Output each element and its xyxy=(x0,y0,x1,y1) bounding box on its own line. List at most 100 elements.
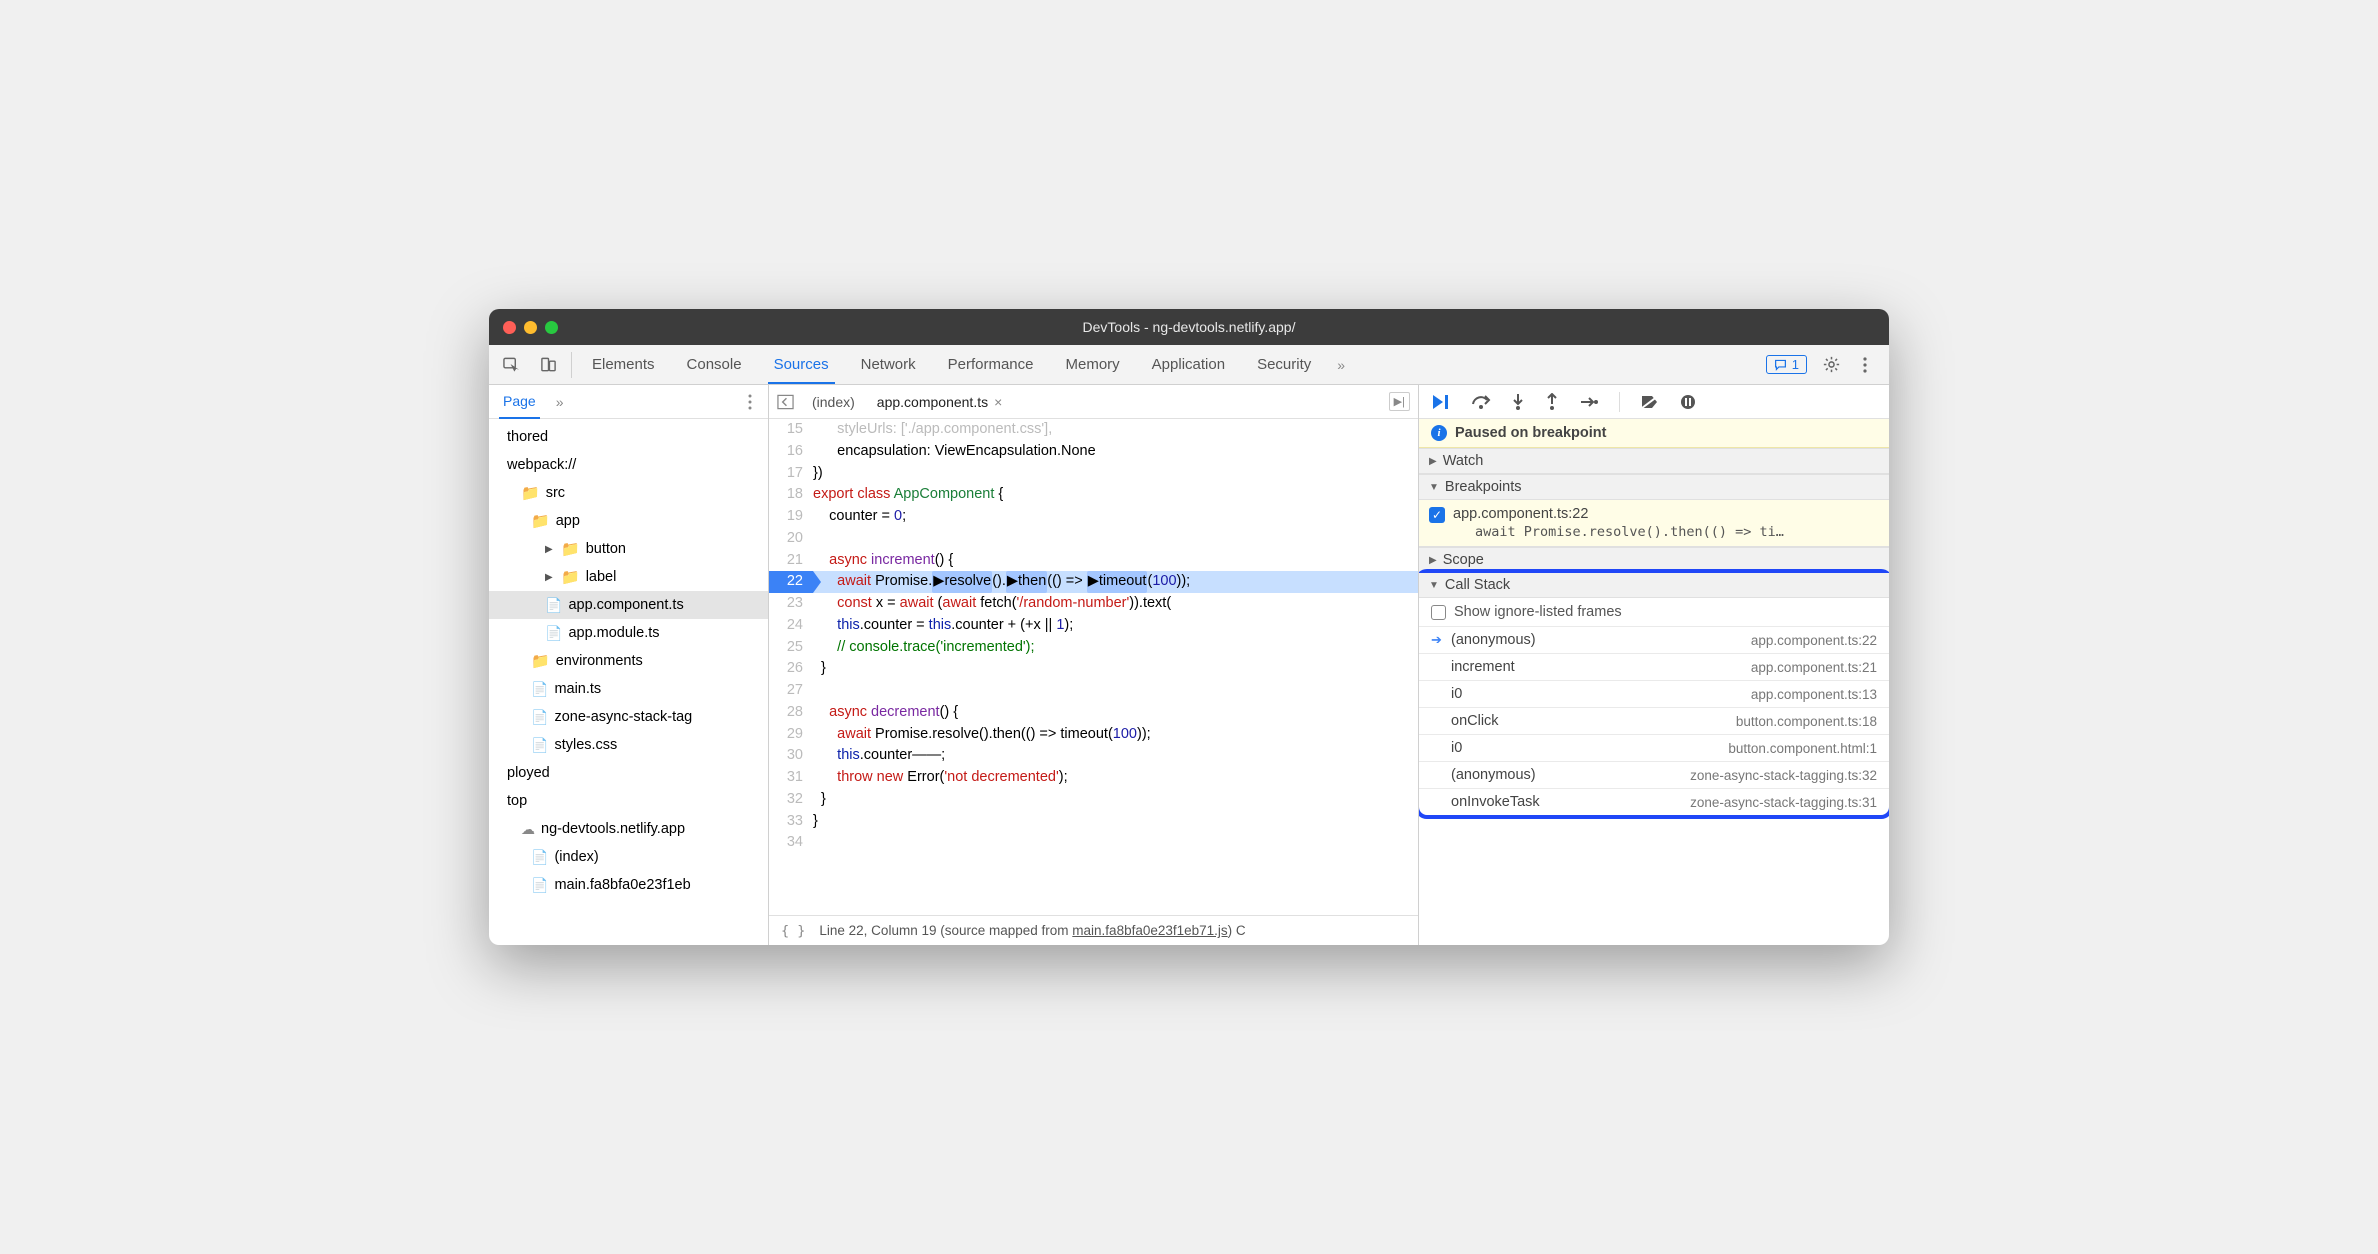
frame-location: app.component.ts:13 xyxy=(1751,687,1877,702)
issues-badge[interactable]: 1 xyxy=(1766,355,1807,374)
code-editor[interactable]: 15 styleUrls: ['./app.component.css'], 1… xyxy=(769,419,1418,915)
resume-button[interactable] xyxy=(1431,393,1451,411)
device-toolbar-icon[interactable] xyxy=(540,356,557,373)
info-icon: i xyxy=(1431,425,1447,441)
folder-icon: 📁 xyxy=(521,484,540,502)
tree-folder-src[interactable]: 📁src xyxy=(489,479,768,507)
tree-folder-app[interactable]: 📁app xyxy=(489,507,768,535)
breakpoint-line[interactable]: 22 await Promise.▶resolve().▶then(() => … xyxy=(769,571,1418,593)
tab-security[interactable]: Security xyxy=(1251,345,1317,384)
callstack-frame[interactable]: i0app.component.ts:13 xyxy=(1419,681,1889,708)
tab-elements[interactable]: Elements xyxy=(586,345,661,384)
show-ignore-listed-toggle[interactable]: Show ignore-listed frames xyxy=(1419,598,1889,627)
step-button[interactable] xyxy=(1579,395,1599,409)
close-tab-icon[interactable]: × xyxy=(994,394,1002,410)
callstack-frame[interactable]: onClickbutton.component.ts:18 xyxy=(1419,708,1889,735)
folder-icon: 📁 xyxy=(531,652,550,670)
file-icon: 📄 xyxy=(545,597,562,614)
ignore-checkbox[interactable] xyxy=(1431,605,1446,620)
tree-file-appcomponent[interactable]: 📄app.component.ts xyxy=(489,591,768,619)
callstack-frame[interactable]: (anonymous)zone-async-stack-tagging.ts:3… xyxy=(1419,762,1889,789)
tree-folder-button[interactable]: ▶📁button xyxy=(489,535,768,563)
tree-file-styles[interactable]: 📄styles.css xyxy=(489,731,768,759)
callstack-highlight-box: ▼Call Stack Show ignore-listed frames ➔(… xyxy=(1419,569,1889,819)
file-icon: 📄 xyxy=(531,877,548,894)
pause-exceptions-button[interactable] xyxy=(1680,394,1696,410)
window-title: DevTools - ng-devtools.netlify.app/ xyxy=(1083,319,1296,335)
tree-deployed[interactable]: ployed xyxy=(489,759,768,787)
frame-location: button.component.html:1 xyxy=(1728,741,1877,756)
step-out-button[interactable] xyxy=(1545,393,1559,411)
editor-tab-appcomponent[interactable]: app.component.ts× xyxy=(873,385,1006,418)
minimize-window-button[interactable] xyxy=(524,321,537,334)
close-window-button[interactable] xyxy=(503,321,516,334)
callstack-section[interactable]: ▼Call Stack xyxy=(1419,573,1889,598)
tree-domain[interactable]: ☁ng-devtools.netlify.app xyxy=(489,815,768,843)
step-over-button[interactable] xyxy=(1471,394,1491,410)
tab-network[interactable]: Network xyxy=(855,345,922,384)
tab-sources[interactable]: Sources xyxy=(768,345,835,384)
drawer-toggle-icon[interactable]: ▶| xyxy=(1389,392,1410,411)
tab-performance[interactable]: Performance xyxy=(942,345,1040,384)
frame-location: button.component.ts:18 xyxy=(1736,714,1877,729)
sourcemap-link[interactable]: main.fa8bfa0e23f1eb71.js xyxy=(1072,923,1227,938)
tree-folder-label[interactable]: ▶📁label xyxy=(489,563,768,591)
frame-location: app.component.ts:22 xyxy=(1751,633,1877,648)
folder-icon: 📁 xyxy=(561,540,580,558)
cloud-icon: ☁ xyxy=(521,821,535,838)
breakpoints-section[interactable]: ▼Breakpoints xyxy=(1419,474,1889,500)
tab-memory[interactable]: Memory xyxy=(1060,345,1126,384)
tree-file-mainhash[interactable]: 📄main.fa8bfa0e23f1eb xyxy=(489,871,768,899)
step-into-button[interactable] xyxy=(1511,393,1525,411)
main-tab-bar: Elements Console Sources Network Perform… xyxy=(489,345,1889,385)
breakpoint-preview: await Promise.resolve().then(() => ti… xyxy=(1453,522,1879,540)
tree-folder-environments[interactable]: 📁environments xyxy=(489,647,768,675)
settings-gear-icon[interactable] xyxy=(1823,356,1840,373)
editor-tab-bar: (index) app.component.ts× ▶| xyxy=(769,385,1418,419)
breakpoint-checkbox[interactable]: ✓ xyxy=(1429,507,1445,523)
deactivate-breakpoints-button[interactable] xyxy=(1640,394,1660,410)
callstack-frame[interactable]: ➔(anonymous)app.component.ts:22 xyxy=(1419,627,1889,654)
tab-application[interactable]: Application xyxy=(1146,345,1231,384)
nav-back-icon[interactable] xyxy=(777,393,794,410)
navigator-more-chevron-icon[interactable]: » xyxy=(556,394,564,410)
frame-name: (anonymous) xyxy=(1449,767,1690,783)
watch-section[interactable]: ▶Watch xyxy=(1419,448,1889,474)
tree-file-main[interactable]: 📄main.ts xyxy=(489,675,768,703)
main-tabs: Elements Console Sources Network Perform… xyxy=(572,345,1359,384)
frame-name: increment xyxy=(1449,659,1751,675)
inspect-element-icon[interactable] xyxy=(503,356,520,373)
titlebar: DevTools - ng-devtools.netlify.app/ xyxy=(489,309,1889,345)
frame-name: onClick xyxy=(1449,713,1736,729)
navigator-pane: Page » thored webpack:// 📁src 📁app ▶📁but… xyxy=(489,385,769,945)
expand-arrow-icon: ▶ xyxy=(545,572,555,583)
tree-file-zone[interactable]: 📄zone-async-stack-tag xyxy=(489,703,768,731)
debugger-pane: i Paused on breakpoint ▶Watch ▼Breakpoin… xyxy=(1419,385,1889,945)
editor-tab-index[interactable]: (index) xyxy=(808,385,859,418)
breakpoint-item[interactable]: ✓ app.component.ts:22 await Promise.reso… xyxy=(1419,500,1889,547)
tree-file-index[interactable]: 📄(index) xyxy=(489,843,768,871)
current-frame-arrow-icon: ➔ xyxy=(1431,632,1449,648)
navigator-tab-page[interactable]: Page xyxy=(499,386,540,419)
callstack-frame[interactable]: onInvokeTaskzone-async-stack-tagging.ts:… xyxy=(1419,789,1889,815)
tree-webpack[interactable]: webpack:// xyxy=(489,451,768,479)
folder-icon: 📁 xyxy=(561,568,580,586)
tree-file-appmodule[interactable]: 📄app.module.ts xyxy=(489,619,768,647)
folder-icon: 📁 xyxy=(531,512,550,530)
expand-arrow-icon: ▶ xyxy=(545,544,555,555)
callstack-frame[interactable]: i0button.component.html:1 xyxy=(1419,735,1889,762)
traffic-lights xyxy=(503,321,558,334)
tree-authored[interactable]: thored xyxy=(489,423,768,451)
frame-name: i0 xyxy=(1449,740,1728,756)
tab-console[interactable]: Console xyxy=(681,345,748,384)
file-tree: thored webpack:// 📁src 📁app ▶📁button ▶📁l… xyxy=(489,419,768,945)
navigator-kebab-icon[interactable] xyxy=(741,393,758,410)
file-icon: 📄 xyxy=(545,625,562,642)
maximize-window-button[interactable] xyxy=(545,321,558,334)
more-tabs-chevron-icon[interactable]: » xyxy=(1337,357,1345,373)
devtools-window: DevTools - ng-devtools.netlify.app/ Elem… xyxy=(489,309,1889,945)
tree-top[interactable]: top xyxy=(489,787,768,815)
callstack-frame[interactable]: incrementapp.component.ts:21 xyxy=(1419,654,1889,681)
pretty-print-icon[interactable]: { } xyxy=(781,923,805,939)
kebab-menu-icon[interactable] xyxy=(1856,356,1873,373)
